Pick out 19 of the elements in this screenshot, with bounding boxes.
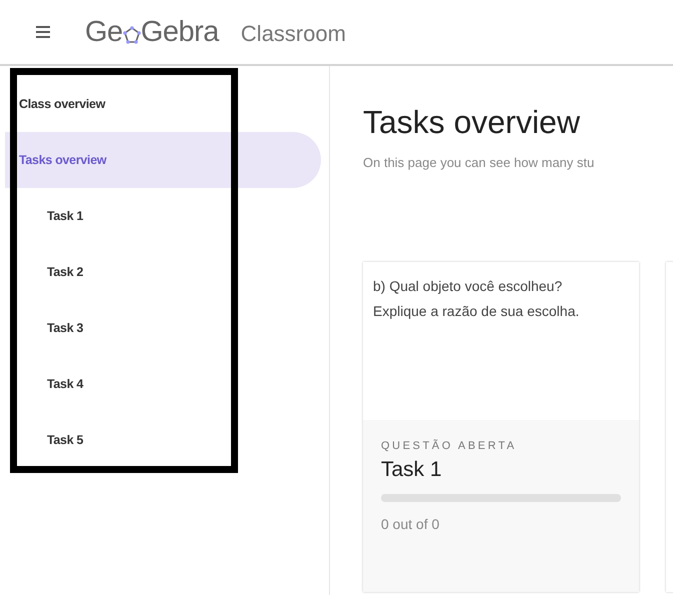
sidebar-subitem[interactable]: Task 2 (5, 244, 321, 300)
pentagon-logo-icon (122, 26, 141, 44)
logo-text: Gebra (140, 16, 219, 48)
sidebar-subitem[interactable]: Task 3 (5, 300, 321, 356)
task-name: Task 1 (381, 458, 443, 482)
page-title: Tasks overview (363, 104, 581, 141)
sidebar-item[interactable]: Class overview (5, 76, 321, 132)
sidebar-subitem[interactable]: Task 1 (5, 188, 321, 244)
sidebar-item[interactable]: Tasks overview (5, 132, 321, 188)
progress-text: 0 out of 0 (381, 516, 440, 532)
logo-text: Ge (85, 16, 123, 48)
sidebar-subitem[interactable]: Task 5 (5, 412, 321, 468)
product-name: Classroom (240, 21, 346, 47)
task-type: QUESTÃO ABERTA (381, 440, 518, 452)
question-text: b) Qual objeto você escolheu? Explique a razão de sua escolha. (372, 277, 580, 321)
menu-icon[interactable] (36, 26, 50, 38)
page-description: On this page you can see how many stu (363, 155, 596, 170)
sidebar-subitem[interactable]: Task 4 (5, 356, 321, 412)
task-card[interactable]: b) Qual objeto você escolheu? Explique a razão de sua escolha. QUESTÃO ABERTA Task 1 0 out of 0 (363, 262, 639, 592)
